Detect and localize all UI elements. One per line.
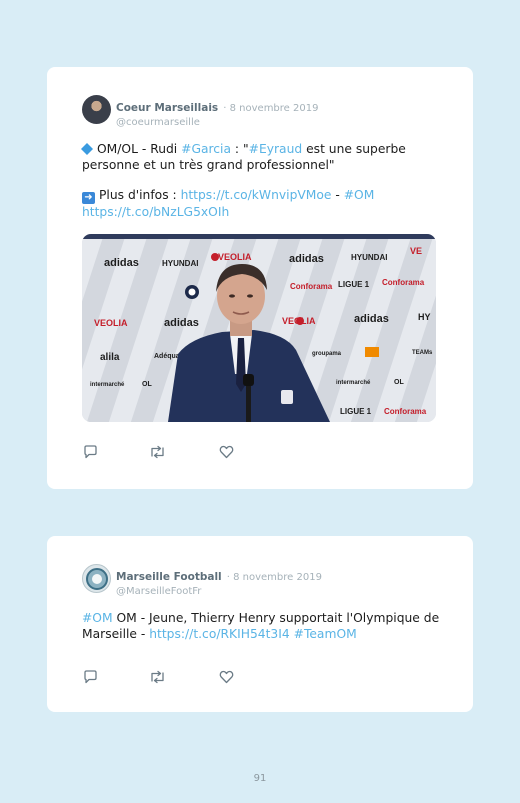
tweet-date[interactable]: · 8 novembre 2019 xyxy=(227,572,322,583)
tweet-header: Coeur Marseillais · 8 novembre 2019 @coe… xyxy=(82,95,442,128)
tweet-line: #OM OM - Jeune, Thierry Henry supportait… xyxy=(82,610,442,626)
sponsor-logo: Conforama xyxy=(382,278,425,287)
sponsor-logo: LIGUE 1 xyxy=(340,407,372,416)
tweet-text-segment: - xyxy=(331,188,344,202)
retweet-icon[interactable] xyxy=(149,669,166,688)
tweet-line: OM/OL - Rudi #Garcia : "#Eyraud est une … xyxy=(80,141,442,157)
avatar[interactable] xyxy=(82,564,111,593)
tweet-line: Marseille - https://t.co/RKIH54t3I4 #Tea… xyxy=(82,626,442,642)
tweet-header: Marseille Football · 8 novembre 2019 @Ma… xyxy=(82,564,442,597)
avatar[interactable] xyxy=(82,95,111,124)
tweet-text-segment: Plus d'infos : xyxy=(99,188,181,202)
sponsor-logo: VEOLIA xyxy=(94,318,128,328)
tweet-date[interactable]: · 8 novembre 2019 xyxy=(223,103,318,114)
sponsor-logo: intermarché xyxy=(336,380,371,386)
tweet-text-segment: est une superbe xyxy=(302,142,406,156)
author-block: Marseille Football · 8 novembre 2019 @Ma… xyxy=(116,565,322,597)
sponsor-logo: adidas xyxy=(289,253,324,265)
tweet-text-segment: : " xyxy=(231,142,249,156)
hashtag-link[interactable]: #TeamOM xyxy=(294,627,357,641)
sponsor-logo: Conforama xyxy=(290,282,333,291)
author-block: Coeur Marseillais · 8 novembre 2019 @coe… xyxy=(116,96,318,128)
blue-diamond-icon xyxy=(80,142,94,156)
reply-icon[interactable] xyxy=(83,669,98,688)
reply-icon[interactable] xyxy=(83,444,98,463)
sponsor-logo: VE xyxy=(410,246,422,256)
tweet-text-segment: Marseille - xyxy=(82,627,150,641)
sponsor-logo: intermarché xyxy=(90,382,125,388)
url-link[interactable]: https://t.co/kWnvipVMoe xyxy=(181,188,332,202)
sponsor-logo: TEAMs xyxy=(412,350,433,356)
tweet-card: Marseille Football · 8 novembre 2019 @Ma… xyxy=(47,536,473,712)
tweet-text-segment: OM - Jeune, Thierry Henry supportait l'O… xyxy=(112,611,440,625)
tweet-actions xyxy=(83,444,263,460)
hashtag-link[interactable]: #OM xyxy=(344,188,375,202)
author-name[interactable]: Coeur Marseillais xyxy=(116,102,218,114)
author-name[interactable]: Marseille Football xyxy=(116,571,222,583)
sponsor-logo: HYUNDAI xyxy=(162,259,198,268)
tweet-line: ➜ Plus d'infos : https://t.co/kWnvipVMoe … xyxy=(82,187,442,204)
tweet-card: Coeur Marseillais · 8 novembre 2019 @coe… xyxy=(47,67,473,489)
url-link[interactable]: https://t.co/bNzLG5xOIh xyxy=(82,204,442,220)
url-link[interactable]: https://t.co/RKIH54t3I4 xyxy=(149,627,289,641)
sponsor-logo: adidas xyxy=(104,257,139,269)
tweet-actions xyxy=(83,669,263,685)
right-arrow-icon: ➜ xyxy=(82,192,95,204)
tweet-text: #OM OM - Jeune, Thierry Henry supportait… xyxy=(82,610,442,642)
sponsor-logo: adidas xyxy=(164,317,199,329)
sponsor-logo: Conforama xyxy=(384,407,427,416)
sponsor-logo: HY xyxy=(418,312,431,322)
hashtag-link[interactable]: #Garcia xyxy=(181,142,231,156)
sponsor-logo: adidas xyxy=(354,313,389,325)
press-conference-image: adidas HYUNDAI VEOLIA adidas HYUNDAI VE … xyxy=(82,234,436,422)
sponsor-logo: OL xyxy=(394,379,404,386)
hashtag-link[interactable]: #Eyraud xyxy=(249,142,303,156)
sponsor-logo: groupama xyxy=(312,351,342,357)
author-handle[interactable]: @MarseilleFootFr xyxy=(116,586,322,597)
author-handle[interactable]: @coeurmarseille xyxy=(116,117,318,128)
sponsor-logo: VEOLIA xyxy=(218,252,252,262)
heart-icon[interactable] xyxy=(219,669,234,688)
sponsor-logo: LIGUE 1 xyxy=(338,280,370,289)
tweet-text-segment: OM/OL - Rudi xyxy=(97,142,182,156)
tweet-photo[interactable]: adidas HYUNDAI VEOLIA adidas HYUNDAI VE … xyxy=(82,234,436,422)
heart-icon[interactable] xyxy=(219,444,234,463)
sponsor-logo: OL xyxy=(142,381,152,388)
retweet-icon[interactable] xyxy=(149,444,166,463)
sponsor-logo: alila xyxy=(100,352,120,363)
hashtag-link[interactable]: #OM xyxy=(82,611,113,625)
tweet-text: OM/OL - Rudi #Garcia : "#Eyraud est une … xyxy=(80,141,442,220)
tweet-line: personne et un très grand professionnel" xyxy=(82,158,335,172)
page-number: 91 xyxy=(253,773,267,784)
sponsor-logo: HYUNDAI xyxy=(351,253,387,262)
